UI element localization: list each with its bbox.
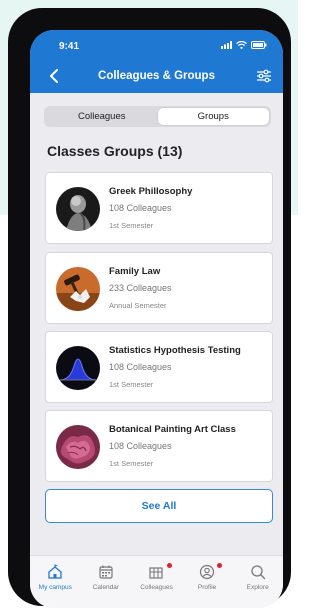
phone-frame: 9:41 Colleagues & Groups Colleagues Grou… (8, 8, 291, 608)
status-icons (221, 41, 267, 49)
search-icon (251, 565, 265, 580)
status-time: 9:41 (59, 41, 80, 52)
group-card[interactable]: Botanical Painting Art Class 108 Colleag… (45, 410, 273, 482)
notification-badge (166, 563, 172, 568)
section-title: Classes Groups (13) (47, 143, 183, 159)
group-name: Statistics Hypothesis Testing (109, 345, 241, 356)
colleagues-icon (149, 567, 164, 579)
filter-button[interactable] (254, 66, 274, 86)
tab-label: My campus (38, 584, 72, 591)
notification-badge (217, 563, 223, 568)
group-count: 108 Colleagues (109, 362, 172, 372)
tab-my-campus[interactable]: My campus (30, 556, 81, 608)
group-card[interactable]: Greek Phillosophy 108 Colleagues 1st Sem… (45, 172, 273, 244)
group-count: 108 Colleagues (109, 203, 172, 213)
calendar-icon (99, 565, 113, 579)
see-all-button[interactable]: See All (45, 489, 273, 523)
statue-image (56, 187, 100, 231)
group-semester: Annual Semester (109, 301, 167, 310)
wifi-icon (236, 41, 247, 49)
tab-label: Explore (246, 584, 269, 591)
app-header: 9:41 Colleagues & Groups (30, 30, 283, 93)
group-semester: 1st Semester (109, 221, 154, 230)
group-name: Greek Phillosophy (109, 186, 193, 197)
group-semester: 1st Semester (109, 459, 154, 468)
tab-label: Profile (197, 584, 217, 591)
group-card[interactable]: Family Law 233 Colleagues Annual Semeste… (45, 252, 273, 324)
tab-profile[interactable]: Profile (182, 556, 233, 608)
sliders-icon (257, 69, 271, 83)
flower-image (56, 425, 100, 469)
group-name: Botanical Painting Art Class (109, 424, 236, 435)
tab-label: Calendar (92, 584, 120, 591)
bell-curve-image (56, 346, 100, 390)
tab-explore[interactable]: Explore (232, 556, 283, 608)
tab-colleagues[interactable]: Colleagues (131, 556, 182, 608)
group-semester: 1st Semester (109, 380, 154, 389)
group-count: 233 Colleagues (109, 283, 172, 293)
page-title: Colleagues & Groups (98, 70, 215, 82)
signal-icon (221, 41, 232, 49)
gavel-image (56, 267, 100, 311)
tab-label: Colleagues (140, 584, 173, 591)
campus-icon (48, 564, 62, 579)
group-count: 108 Colleagues (109, 441, 172, 451)
group-name: Family Law (109, 266, 161, 277)
segmented-control: Colleagues Groups (44, 106, 271, 127)
tab-groups[interactable]: Groups (157, 108, 269, 125)
tab-bar: My campus Calendar Colleagues Profile Ex… (30, 555, 283, 608)
profile-icon (199, 564, 215, 580)
group-card[interactable]: Statistics Hypothesis Testing 108 Collea… (45, 331, 273, 403)
app-screen: 9:41 Colleagues & Groups Colleagues Grou… (30, 30, 283, 608)
tab-colleagues[interactable]: Colleagues (46, 108, 158, 125)
battery-icon (251, 41, 267, 49)
tab-calendar[interactable]: Calendar (81, 556, 132, 608)
